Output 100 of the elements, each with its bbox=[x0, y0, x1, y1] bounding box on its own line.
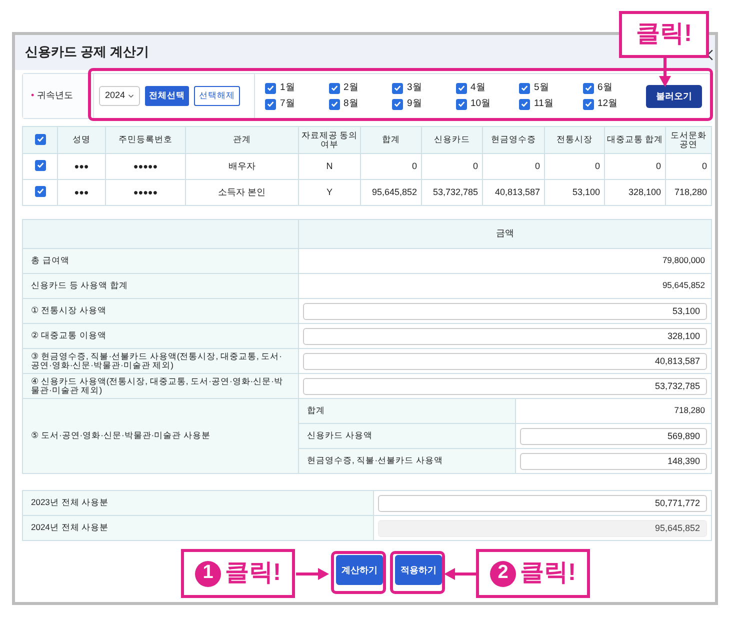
table-cell: 40,813,587 bbox=[494, 186, 540, 197]
window-title: 신용카드 공제 계산기 bbox=[25, 45, 150, 60]
table-cell: ●●●●● bbox=[133, 162, 158, 171]
field-label: 귀속년도 bbox=[37, 91, 74, 101]
arrow-icon bbox=[443, 567, 477, 581]
table-cell: 0 bbox=[702, 160, 707, 171]
table-cell: 53,732,785 bbox=[432, 186, 478, 197]
table-cell: Y bbox=[326, 186, 332, 197]
checkbox[interactable] bbox=[582, 98, 594, 110]
checkbox[interactable] bbox=[328, 82, 340, 94]
table-cell: 53,100 bbox=[572, 186, 600, 197]
row-label: 신용카드 등 사용액 합계 bbox=[31, 280, 128, 290]
callout-label: 1 클릭! bbox=[181, 549, 295, 598]
month-label: 11월 bbox=[534, 98, 554, 110]
row-label: 신용카드 사용액 bbox=[307, 430, 372, 440]
load-button[interactable]: 불러오기 bbox=[646, 84, 702, 108]
column-header: 합계 bbox=[382, 134, 400, 144]
month-label: 8월 bbox=[344, 98, 359, 110]
table-cell: 0 bbox=[412, 160, 417, 171]
row-label: ⑤ 도서·공연·영화·신문·박물관·미술관 사용분 bbox=[31, 430, 210, 440]
table-cell: 0 bbox=[656, 160, 661, 171]
column-header: 자료제공 동의여부 bbox=[301, 130, 358, 149]
column-header: 도서문화공연 bbox=[670, 130, 706, 149]
amount-field[interactable]: 53,100 bbox=[303, 302, 707, 320]
table-cell: N bbox=[326, 160, 333, 171]
month-label: 5월 bbox=[534, 82, 550, 94]
checkbox[interactable] bbox=[456, 82, 466, 94]
amount-field[interactable]: 40,813,587 bbox=[303, 352, 707, 370]
callout-label: 2 클릭! bbox=[476, 549, 590, 598]
checkbox[interactable] bbox=[392, 82, 403, 94]
column-header: 관계 bbox=[233, 134, 251, 144]
checkbox[interactable] bbox=[265, 82, 276, 94]
row-label: ① 전통시장 사용액 bbox=[31, 305, 106, 316]
year-select[interactable]: 2024 bbox=[99, 86, 140, 106]
checkbox[interactable] bbox=[34, 134, 46, 145]
month-label: 2월 bbox=[344, 82, 359, 94]
table-cell: ●●● bbox=[74, 162, 89, 171]
column-header: 신용카드 bbox=[434, 134, 470, 144]
amount-field[interactable]: 53,732,785 bbox=[303, 378, 707, 394]
checkbox[interactable] bbox=[265, 98, 276, 110]
checkbox[interactable] bbox=[34, 160, 46, 171]
column-header: 금액 bbox=[496, 228, 514, 238]
callout-label: 클릭! bbox=[619, 11, 709, 58]
amount-field[interactable]: 50,771,772 bbox=[378, 494, 707, 512]
column-header: 주민등록번호 bbox=[118, 134, 172, 144]
month-label: 10월 bbox=[470, 98, 492, 110]
amount-text: 95,645,852 bbox=[662, 280, 706, 290]
row-label: ④ 신용카드 사용액(전통시장, 대중교통, 도서·공연·영화·신문·박물관·미술관 제외) bbox=[31, 376, 283, 395]
action-button[interactable]: 계산하기 bbox=[336, 555, 383, 585]
column-header: 성명 bbox=[72, 134, 90, 144]
required-mark: • bbox=[31, 91, 34, 101]
column-header: 전통시장 bbox=[556, 134, 592, 144]
row-label: 총 급여액 bbox=[31, 255, 70, 266]
highlight-frame bbox=[331, 551, 386, 594]
amount-text: 79,800,000 bbox=[662, 255, 706, 266]
table-cell: 95,645,852 bbox=[372, 186, 417, 197]
column-header: 대중교통 합계 bbox=[606, 134, 664, 144]
arrow-icon bbox=[658, 58, 672, 88]
row-label: ② 대중교통 이용액 bbox=[31, 330, 106, 340]
checkbox[interactable] bbox=[392, 98, 403, 110]
caret-icon bbox=[128, 92, 134, 99]
table-cell: ●●● bbox=[74, 188, 89, 197]
table-cell: 0 bbox=[594, 160, 600, 171]
row-label: ③ 현금영수증, 직불·선불카드 사용액(전통시장, 대중교통, 도서·공연·영화·신문·박물관·미술관 제외) bbox=[31, 350, 282, 370]
month-label: 4월 bbox=[470, 82, 486, 94]
amount-field[interactable]: 569,890 bbox=[520, 428, 707, 444]
amount-field[interactable]: 148,390 bbox=[520, 452, 707, 470]
checkbox[interactable] bbox=[328, 98, 340, 110]
close-icon[interactable] bbox=[706, 49, 714, 61]
checkbox[interactable] bbox=[456, 98, 466, 110]
table-cell: 328,100 bbox=[628, 186, 661, 197]
checkbox[interactable] bbox=[34, 186, 46, 197]
checkbox[interactable] bbox=[519, 82, 530, 94]
amount-field: 95,645,852 bbox=[378, 520, 707, 536]
checkbox[interactable] bbox=[582, 82, 594, 94]
table-cell: 소득자 본인 bbox=[218, 186, 266, 197]
column-header: 현금영수증 bbox=[491, 134, 536, 144]
table-cell: 0 bbox=[472, 160, 478, 171]
month-label: 9월 bbox=[407, 98, 422, 110]
table-cell: ●●●●● bbox=[133, 188, 158, 197]
row-label: 현금영수증, 직불·선불카드 사용액 bbox=[307, 455, 443, 466]
month-label: 6월 bbox=[598, 82, 613, 94]
deselect-all-button[interactable]: 선택해제 bbox=[194, 86, 240, 106]
month-label: 3월 bbox=[407, 82, 422, 94]
row-label: 2023년 전체 사용분 bbox=[31, 497, 109, 508]
highlight-frame bbox=[390, 551, 445, 594]
amount-text: 718,280 bbox=[674, 405, 706, 416]
action-button[interactable]: 적용하기 bbox=[395, 555, 442, 585]
amount-field[interactable]: 328,100 bbox=[303, 328, 707, 344]
select-all-button[interactable]: 전체선택 bbox=[145, 86, 190, 106]
table-cell: 0 bbox=[534, 160, 540, 171]
checkbox[interactable] bbox=[519, 98, 530, 110]
month-label: 1월 bbox=[280, 82, 296, 94]
arrow-icon bbox=[296, 567, 330, 581]
row-label: 합계 bbox=[307, 405, 325, 416]
month-label: 7월 bbox=[280, 98, 296, 110]
table-cell: 718,280 bbox=[674, 186, 707, 197]
row-label: 2024년 전체 사용분 bbox=[31, 522, 109, 532]
month-label: 12월 bbox=[598, 98, 618, 110]
table-cell: 배우자 bbox=[228, 160, 256, 171]
